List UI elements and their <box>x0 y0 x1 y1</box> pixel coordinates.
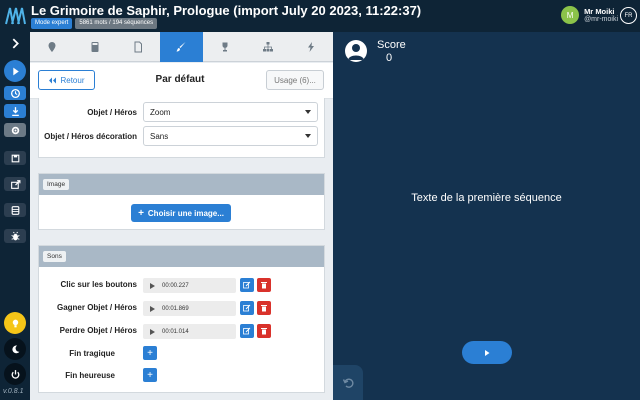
tab-calculator-icon[interactable] <box>73 32 116 62</box>
next-button[interactable] <box>462 341 512 364</box>
plus-icon: + <box>147 369 153 381</box>
decoration-select[interactable]: Sans <box>143 126 318 146</box>
object-label: Objet / Héros <box>87 108 137 117</box>
edit-icon[interactable] <box>240 324 254 338</box>
save-icon[interactable] <box>4 151 26 165</box>
stats-badge: 5861 mots / 194 séquences <box>75 18 158 29</box>
trash-icon[interactable] <box>257 301 271 315</box>
audio-time: 00:01.014 <box>162 328 189 335</box>
add-sound-button[interactable]: + <box>143 368 157 382</box>
sequence-text: Texte de la première séquence <box>411 192 562 204</box>
decoration-select-value: Sans <box>150 131 169 141</box>
back-button[interactable]: Retour <box>38 70 95 90</box>
avatar[interactable]: M <box>561 6 580 24</box>
tab-trophy-icon[interactable] <box>203 32 246 62</box>
database-icon[interactable] <box>4 203 26 217</box>
app-logo[interactable] <box>4 4 26 26</box>
version-label: v.0.8.1 <box>3 388 24 395</box>
back-button-label: Retour <box>60 75 85 85</box>
score-label: Score <box>377 39 406 51</box>
export-icon[interactable] <box>4 177 26 191</box>
tab-file-icon[interactable] <box>117 32 160 62</box>
image-card: Image + Choisir une image... <box>38 173 325 230</box>
page-title: Par défaut <box>155 74 205 85</box>
play-icon[interactable] <box>150 282 155 289</box>
edit-icon[interactable] <box>240 301 254 315</box>
play-icon[interactable] <box>150 305 155 312</box>
user-handle: @mr-moiki <box>584 15 618 23</box>
decoration-label: Objet / Héros décoration <box>44 132 137 141</box>
editor-panel: Retour Par défaut Usage (6)... Objet / H… <box>30 32 333 400</box>
undo-icon <box>342 377 354 388</box>
sound-label: Fin heureuse <box>65 371 115 380</box>
audio-player[interactable]: 00:01.869 <box>143 301 236 316</box>
add-sound-button[interactable]: + <box>143 346 157 360</box>
tab-paintbrush-icon[interactable] <box>159 32 204 62</box>
play-icon <box>485 349 490 356</box>
sounds-card-title: Sons <box>43 251 66 262</box>
moon-icon[interactable] <box>4 338 26 360</box>
trash-icon[interactable] <box>257 278 271 292</box>
caret-down-icon <box>305 134 311 138</box>
choose-image-button[interactable]: + Choisir une image... <box>131 204 231 222</box>
audio-player[interactable]: 00:00.227 <box>143 278 236 293</box>
bug-icon[interactable] <box>4 229 26 243</box>
tab-bolt-icon[interactable] <box>290 32 333 62</box>
audio-time: 00:00.227 <box>162 282 189 289</box>
double-chevron-left-icon <box>49 77 57 83</box>
sounds-card: Sons Clic sur les boutons 00:00.227 Gagn… <box>38 245 325 393</box>
edit-icon[interactable] <box>240 278 254 292</box>
object-select[interactable]: Zoom <box>143 102 318 122</box>
objects-card: Objet / Héros Zoom Objet / Héros décorat… <box>38 98 325 158</box>
tab-sitemap-icon[interactable] <box>246 32 289 62</box>
undo-button[interactable] <box>333 365 363 400</box>
mode-badge: Mode expert <box>31 18 73 29</box>
user-menu[interactable]: M Mr Moiki @mr-moiki <box>561 6 618 24</box>
top-bar: Le Grimoire de Saphir, Prologue (import … <box>0 0 640 32</box>
audio-time: 00:01.869 <box>162 305 189 312</box>
choose-image-label: Choisir une image... <box>147 208 224 218</box>
chevron-right-icon[interactable] <box>4 36 26 50</box>
sound-label: Clic sur les boutons <box>60 280 137 289</box>
plus-icon: + <box>138 207 144 219</box>
trash-icon[interactable] <box>257 324 271 338</box>
object-select-value: Zoom <box>150 107 171 117</box>
play-icon[interactable] <box>150 328 155 335</box>
tab-map-marker-icon[interactable] <box>30 32 73 62</box>
language-button[interactable]: FR <box>620 7 637 24</box>
lightbulb-icon[interactable] <box>4 312 26 334</box>
sound-label: Fin tragique <box>69 349 115 358</box>
caret-down-icon <box>305 110 311 114</box>
history-icon[interactable] <box>4 86 26 100</box>
image-card-title: Image <box>43 179 70 190</box>
sound-label: Gagner Objet / Héros <box>56 303 137 312</box>
score-value: 0 <box>386 52 393 64</box>
usage-button[interactable]: Usage (6)... <box>266 70 324 90</box>
user-name: Mr Moiki <box>584 6 615 16</box>
app-title: Le Grimoire de Saphir, Prologue (import … <box>31 3 422 18</box>
user-circle-icon <box>345 40 367 62</box>
power-icon[interactable] <box>4 363 26 385</box>
download-icon[interactable] <box>4 104 26 118</box>
play-icon[interactable] <box>4 60 26 82</box>
game-preview: Score 0 Texte de la première séquence <box>333 32 640 400</box>
plus-icon: + <box>147 347 153 359</box>
audio-player[interactable]: 00:01.014 <box>143 324 236 339</box>
gear-icon[interactable] <box>4 123 26 137</box>
sound-label: Perdre Objet / Héros <box>59 326 137 335</box>
editor-header: Retour Par défaut Usage (6)... <box>30 63 333 99</box>
tab-bar <box>30 32 333 62</box>
sidebar: v.0.8.1 <box>0 32 30 400</box>
